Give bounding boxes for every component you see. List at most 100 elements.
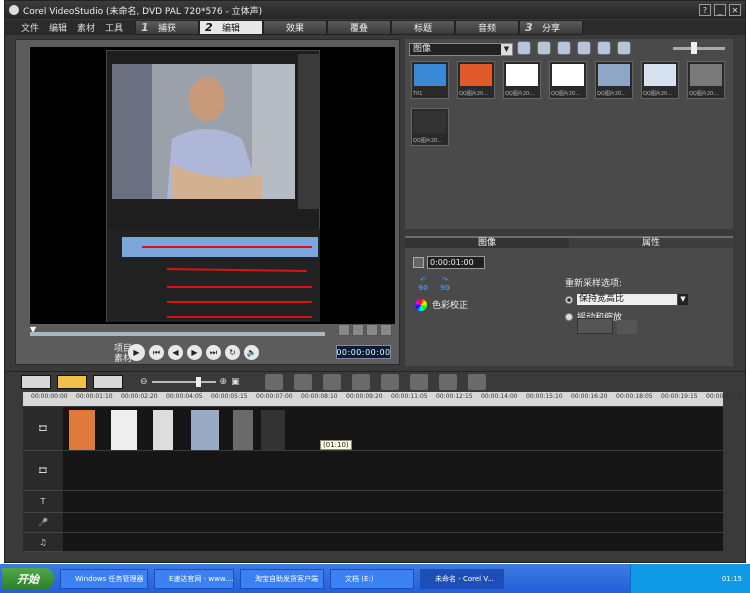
tab-share[interactable]: 3 分享 (519, 20, 583, 35)
timeline-clip[interactable] (69, 410, 95, 450)
tab-capture[interactable]: 1 捕获 (135, 20, 199, 35)
timeline-clip[interactable] (191, 410, 219, 450)
library-thumbnail[interactable]: QQ图片20... (687, 61, 725, 99)
pan-zoom-preset-select[interactable] (577, 318, 613, 334)
library-thumbnail[interactable]: QQ图片20... (595, 61, 633, 99)
library-thumbnail[interactable]: QQ图片20... (411, 108, 449, 146)
menu-file[interactable]: 文件 (21, 21, 39, 34)
zoom-out-icon[interactable]: ⊖ (140, 377, 148, 387)
overlay-track-icon[interactable]: 🎞 (23, 451, 63, 491)
preview-image (106, 50, 320, 322)
home-icon[interactable]: ⏮ (149, 345, 164, 360)
tab-audio[interactable]: 音频 (455, 20, 519, 35)
library-thumbnail[interactable]: QQ图片20... (549, 61, 587, 99)
fit-project-icon[interactable]: ▣ (231, 377, 240, 387)
preview-scrubber[interactable] (30, 332, 325, 336)
timeline-clip[interactable] (153, 410, 173, 450)
library-category-select[interactable]: 图像 ▼ (409, 43, 513, 56)
timeline-clip[interactable] (233, 410, 253, 450)
redo-icon[interactable] (323, 374, 341, 390)
minimize-button[interactable]: _ (714, 4, 726, 16)
keep-aspect-select[interactable]: 保持宽高比 ▼ (577, 294, 688, 305)
folder-icon[interactable] (517, 41, 531, 55)
track-manager-icon[interactable] (410, 374, 428, 390)
zoom-in-icon[interactable]: ⊕ (220, 377, 228, 387)
title-track-icon[interactable]: T (23, 491, 63, 513)
duration-field[interactable]: 0:00:01:00 (427, 256, 485, 269)
timeline: 🎞 (01:10) 🎞 T 🎤 ♫ (23, 407, 723, 552)
pan-zoom-radio[interactable] (565, 312, 573, 321)
timeline-clip[interactable] (261, 410, 285, 450)
timeline-clip[interactable] (111, 410, 137, 450)
help-button[interactable]: ? (699, 4, 711, 16)
import-icon[interactable] (537, 41, 551, 55)
expand-preview-button[interactable] (380, 324, 392, 336)
thumbnail-image (414, 111, 446, 133)
task-taobao[interactable]: 淘宝自助发货客户端 (240, 568, 324, 589)
library-thumbnail[interactable]: T01 (411, 61, 449, 99)
repeat-icon[interactable]: ↻ (225, 345, 240, 360)
zoom-slider[interactable] (151, 377, 216, 387)
view-icon[interactable] (577, 41, 591, 55)
task-browser[interactable]: E速达官网 - www.... (154, 568, 234, 589)
video-track[interactable]: (01:10) (63, 407, 723, 451)
tab-attributes[interactable]: 属性 (569, 236, 733, 248)
close-button[interactable]: ✕ (729, 4, 741, 16)
rotate-left-icon[interactable]: ↶ 90 (415, 276, 431, 292)
chevron-down-icon[interactable]: ▼ (501, 44, 512, 55)
storyboard-view-button[interactable] (21, 375, 51, 389)
timeline-ruler[interactable]: 00:00:00:00 00:00:01:10 00:00:02:20 00:00:0… (23, 392, 743, 406)
video-effects-icon[interactable] (468, 374, 486, 390)
library-thumbnail[interactable]: QQ图片20... (641, 61, 679, 99)
sort-icon[interactable] (557, 41, 571, 55)
task-videostudio[interactable]: 未命名 - Corel V... (420, 568, 504, 589)
keep-aspect-radio[interactable] (565, 295, 573, 304)
voice-track-icon[interactable]: 🎤 (23, 513, 63, 533)
thumbnail-size-slider[interactable] (673, 42, 725, 54)
timecode-display[interactable]: 00:00:00:00 (336, 345, 391, 359)
menu-clip[interactable]: 素材 (77, 21, 95, 34)
play-icon[interactable]: ▶ (128, 344, 145, 361)
audio-view-button[interactable] (93, 375, 123, 389)
title-track[interactable] (63, 491, 723, 513)
mark-in-button[interactable] (338, 324, 350, 336)
voice-track[interactable] (63, 513, 723, 533)
music-track-icon[interactable]: ♫ (23, 533, 63, 552)
tab-title[interactable]: 标题 (391, 20, 455, 35)
undo-icon[interactable] (294, 374, 312, 390)
thumbnail-caption: QQ图片20... (551, 91, 581, 97)
task-task-manager[interactable]: Windows 任务管理器 (60, 568, 148, 589)
thumbnail-image (644, 64, 676, 86)
color-correction-button[interactable]: 色彩校正 (415, 298, 468, 311)
library-thumbnail[interactable]: QQ图片20... (503, 61, 541, 99)
rotate-right-icon[interactable]: ↷ 90 (437, 276, 453, 292)
expand-icon[interactable] (617, 41, 631, 55)
previous-frame-icon[interactable]: ◀ (168, 345, 183, 360)
library-manager-icon[interactable] (597, 41, 611, 55)
start-button[interactable]: 开始 (2, 567, 54, 590)
system-tray: 01:15 (630, 564, 750, 593)
insert-media-icon[interactable] (265, 374, 283, 390)
ruler-tick-label: 00:00:14:00 (481, 393, 518, 400)
timeline-view-button[interactable] (57, 375, 87, 389)
tab-overlay[interactable]: 覆叠 (327, 20, 391, 35)
custom-button[interactable] (617, 320, 637, 334)
cut-clip-button[interactable] (366, 324, 378, 336)
video-track-icon[interactable]: 🎞 (23, 407, 63, 451)
music-track[interactable] (63, 533, 723, 552)
mark-out-button[interactable] (352, 324, 364, 336)
tab-effect[interactable]: 效果 (263, 20, 327, 35)
tab-edit[interactable]: 2 编辑 (199, 20, 263, 35)
smart-proxy-icon[interactable] (352, 374, 370, 390)
volume-icon[interactable]: 🔈 (244, 345, 259, 360)
menu-tools[interactable]: 工具 (105, 21, 123, 34)
chapter-point-icon[interactable] (439, 374, 457, 390)
library-thumbnail[interactable]: QQ图片20... (457, 61, 495, 99)
overlay-track[interactable] (63, 451, 723, 491)
end-icon[interactable]: ⏭ (206, 345, 221, 360)
tab-image[interactable]: 图像 (405, 236, 569, 248)
next-frame-icon[interactable]: ▶ (187, 345, 202, 360)
batch-convert-icon[interactable] (381, 374, 399, 390)
task-documents[interactable]: 文档 (E:) (330, 568, 414, 589)
menu-edit[interactable]: 编辑 (49, 21, 67, 34)
